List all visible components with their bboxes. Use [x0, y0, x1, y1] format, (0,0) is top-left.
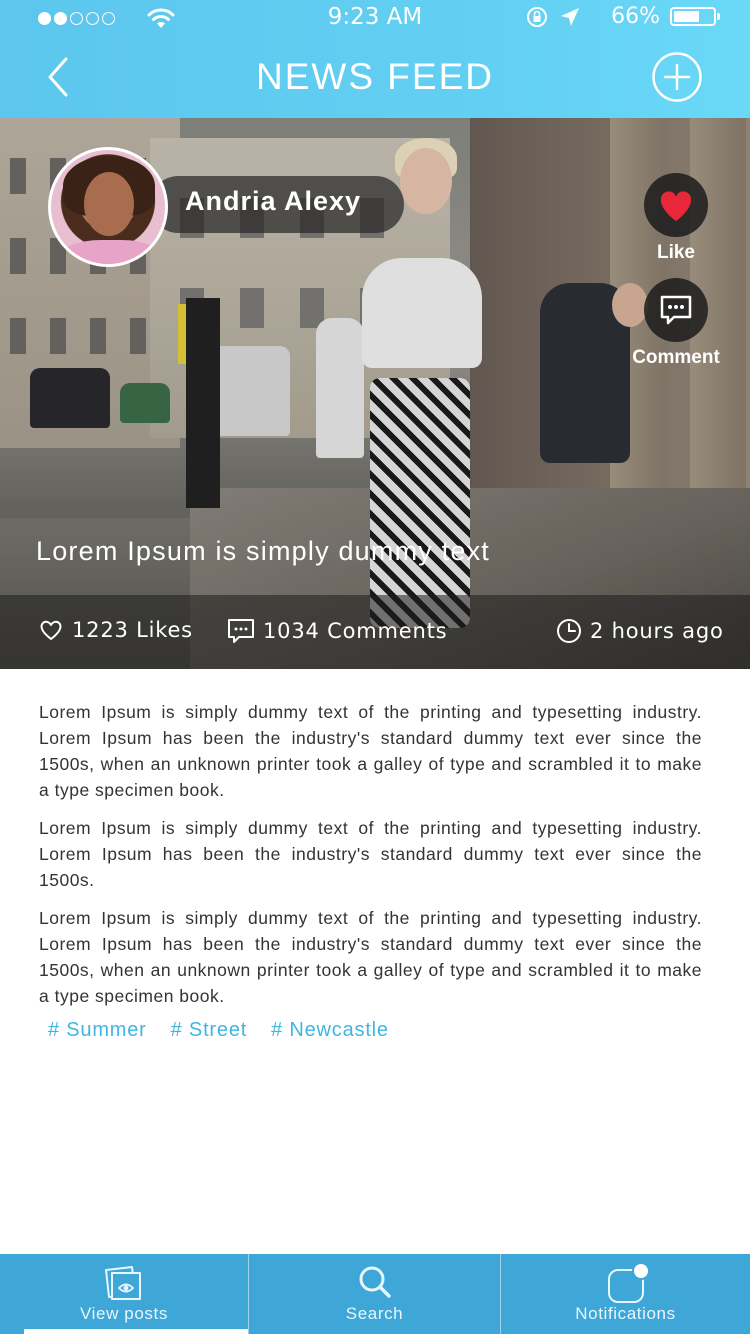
tab-notifications[interactable]: Notifications [500, 1254, 750, 1334]
time-ago: 2 hours ago [590, 619, 724, 643]
location-arrow-icon [561, 7, 580, 26]
hashtag-street[interactable]: # Street [171, 1019, 247, 1042]
comment-outline-icon [228, 619, 254, 643]
like-label[interactable]: Like [630, 242, 722, 264]
comment-icon [660, 295, 692, 325]
view-posts-icon [105, 1266, 141, 1300]
plus-circle-icon[interactable] [651, 51, 703, 103]
likes-stat[interactable]: 1223 Likes [38, 618, 193, 642]
comment-label[interactable]: Comment [620, 347, 732, 369]
tab-label: Search [345, 1304, 404, 1323]
status-bar: 9:23 AM 66% [0, 0, 750, 38]
status-right: 66% [525, 4, 720, 29]
hashtag-newcastle[interactable]: # Newcastle [271, 1019, 389, 1042]
notification-icon [607, 1264, 649, 1303]
active-tab-indicator [24, 1329, 248, 1334]
post-caption: Lorem Ipsum is simply dummy text [36, 536, 490, 566]
comment-button[interactable] [644, 278, 708, 342]
post-paragraph: Lorem Ipsum is simply dummy text of the … [39, 908, 702, 1006]
likes-count: 1223 Likes [72, 618, 193, 642]
battery-percent: 66% [611, 4, 660, 29]
hashtag-list: # Summer # Street # Newcastle [48, 1019, 702, 1042]
battery-fill [674, 11, 699, 22]
heart-outline-icon [40, 620, 62, 640]
bottom-tab-bar: View posts Search Notifications [0, 1254, 750, 1334]
hashtag-summer[interactable]: # Summer [48, 1019, 147, 1042]
clock-icon [557, 619, 581, 643]
tab-label: Notifications [575, 1304, 676, 1323]
post-stats-bar: 1223 Likes 1034 Comments 2 hours ago [0, 595, 750, 669]
tab-search[interactable]: Search [248, 1254, 500, 1334]
post-paragraph: Lorem Ipsum is simply dummy text of the … [39, 818, 702, 890]
nav-header: NEWS FEED [0, 38, 750, 118]
post-paragraph: Lorem Ipsum is simply dummy text of the … [39, 702, 702, 800]
heart-icon [660, 191, 692, 221]
top-bar: 9:23 AM 66% NEWS FEED [0, 0, 750, 118]
page-title: NEWS FEED [256, 56, 494, 97]
post-photo[interactable]: Andria Alexy Like Comment Lorem Ipsum is… [0, 118, 750, 669]
comments-stat[interactable]: 1034 Comments [227, 618, 447, 644]
tab-view-posts[interactable]: View posts [0, 1254, 248, 1334]
post-body: Lorem Ipsum is simply dummy text of the … [39, 699, 702, 1042]
avatar[interactable] [48, 147, 168, 267]
time-stat: 2 hours ago [556, 618, 724, 644]
search-icon [359, 1266, 391, 1298]
rotation-lock-icon [527, 6, 548, 27]
author-name[interactable]: Andria Alexy [185, 186, 361, 217]
like-button[interactable] [644, 173, 708, 237]
comments-count: 1034 Comments [263, 619, 448, 643]
battery-icon [670, 7, 720, 26]
